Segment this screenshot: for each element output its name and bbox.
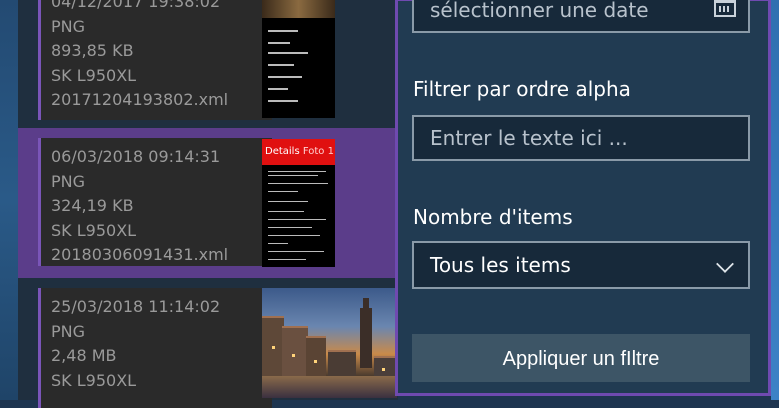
alpha-filter-label: Filtrer par ordre alpha xyxy=(413,77,631,101)
item-count-select[interactable]: Tous les items xyxy=(412,241,750,289)
apply-filter-button[interactable]: Appliquer un fIltre xyxy=(412,334,750,382)
file-device: SK L950XL xyxy=(51,220,137,240)
file-device: SK L950XL xyxy=(51,370,137,390)
thumbnail-header: Details Foto 1 xyxy=(262,139,335,165)
file-thumbnail xyxy=(262,0,335,118)
date-picker[interactable]: sélectionner une date xyxy=(412,0,750,33)
file-info: 04/12/2017 19:38:02 PNG 893,85 KB SK L95… xyxy=(38,0,272,120)
date-placeholder: sélectionner une date xyxy=(430,0,649,22)
file-name: 20171204193802.xml xyxy=(51,90,229,109)
file-info: 25/03/2018 11:14:02 PNG 2,48 MB SK L950X… xyxy=(38,288,272,408)
file-format: PNG xyxy=(51,171,86,191)
filter-panel: sélectionner une date Filtrer par ordre … xyxy=(395,0,771,396)
desktop-background xyxy=(0,0,18,400)
file-date: 06/03/2018 09:14:31 xyxy=(51,147,221,166)
file-list[interactable]: 04/12/2017 19:38:02 PNG 893,85 KB SK L95… xyxy=(18,0,398,408)
list-item-selected[interactable]: 06/03/2018 09:14:31 PNG 324,19 KB SK L95… xyxy=(18,128,398,278)
file-date: 25/03/2018 11:14:02 xyxy=(51,297,221,316)
file-format: PNG xyxy=(51,321,86,341)
chevron-down-icon xyxy=(716,255,734,273)
file-size: 2,48 MB xyxy=(51,346,117,365)
alpha-filter-input[interactable]: Entrer le texte ici ... xyxy=(412,115,750,161)
item-count-value: Tous les items xyxy=(430,253,571,277)
calendar-icon[interactable] xyxy=(714,0,736,17)
file-name: 20180306091431.xml xyxy=(51,245,229,264)
list-item[interactable]: 04/12/2017 19:38:02 PNG 893,85 KB SK L95… xyxy=(18,0,398,140)
file-info: 06/03/2018 09:14:31 PNG 324,19 KB SK L95… xyxy=(38,138,272,266)
file-size: 893,85 KB xyxy=(51,41,134,60)
file-format: PNG xyxy=(51,16,86,36)
photo-thumbnail xyxy=(262,288,397,398)
window-edge xyxy=(771,0,779,400)
file-device: SK L950XL xyxy=(51,65,137,85)
file-date: 04/12/2017 19:38:02 xyxy=(51,0,221,11)
alpha-filter-placeholder: Entrer le texte ici ... xyxy=(430,126,628,150)
file-size: 324,19 KB xyxy=(51,196,134,215)
item-count-label: Nombre d'items xyxy=(413,205,573,229)
file-thumbnail: Details Foto 1 xyxy=(262,139,335,267)
